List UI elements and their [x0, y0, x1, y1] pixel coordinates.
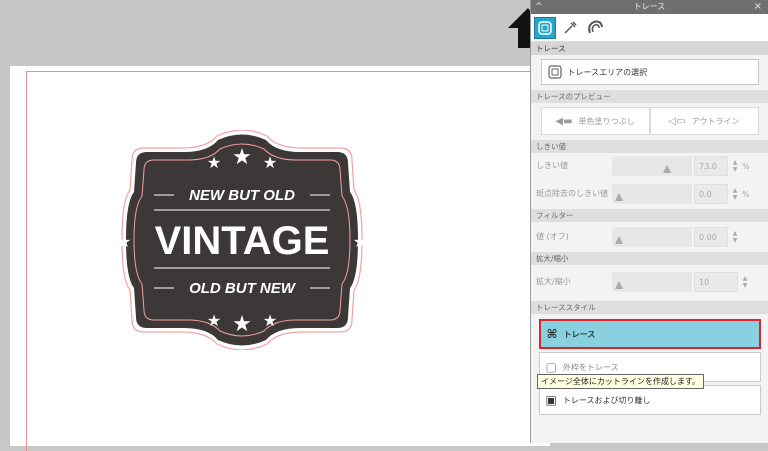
despeckle-label: 斑点除去のしきい値: [536, 189, 608, 198]
filter-value-input[interactable]: 0.00: [694, 227, 728, 247]
eyedropper-icon: [564, 20, 577, 34]
trace-tool-button[interactable]: [534, 16, 556, 39]
trace-icon: [538, 20, 552, 35]
outer-edge-label: 外枠をトレース: [562, 362, 619, 372]
magnet-icon: [588, 20, 603, 33]
magnet-tool-button[interactable]: [584, 17, 606, 39]
trace-and-detach-button[interactable]: ▣ トレースおよび切り離し: [538, 385, 761, 415]
filter-section-header: フィルター: [531, 209, 768, 222]
star-icon: ★: [353, 234, 367, 251]
star-icon: ★: [263, 155, 277, 172]
despeckle-row: 斑点除去のしきい値 0.0 ▲ ▼ %: [531, 179, 768, 209]
trace-detach-icon: ▣: [545, 393, 557, 407]
threshold-label: しきい値: [536, 161, 568, 170]
collapse-icon[interactable]: ^: [535, 0, 543, 14]
panel-title: トレース: [633, 2, 666, 11]
slider-thumb[interactable]: [615, 193, 623, 201]
design-canvas[interactable]: ★ ★ ★ NEW BUT OLD ★ VINTAGE ★ OLD BUT NE…: [0, 0, 550, 451]
preview-section-header: トレースのプレビュー: [531, 90, 768, 103]
star-icon: ★: [232, 144, 252, 169]
single-color-fill-button[interactable]: ◀▬ 単色塗りつぶし: [540, 107, 650, 135]
trace-style-icon: ⌘: [546, 327, 558, 341]
badge-vintage-text: VINTAGE: [155, 219, 330, 263]
trace-style-button[interactable]: ⌘ トレース: [538, 319, 761, 349]
outer-edge-icon: ▢: [545, 360, 557, 374]
despeckle-value-input[interactable]: 0.0: [694, 184, 728, 204]
single-color-fill-label: 単色塗りつぶし: [578, 116, 635, 126]
select-trace-area-button[interactable]: トレースエリアの選択: [540, 59, 759, 85]
trace-style-label: トレース: [563, 329, 596, 339]
star-icon: ★: [263, 313, 277, 330]
trace-style-options: ⌘ トレース ▢ 外枠をトレース ▣ トレースおよび切り離し: [531, 314, 768, 415]
preview-options: ◀▬ 単色塗りつぶし ◁▭ アウトライン: [540, 107, 759, 135]
filter-slider[interactable]: [612, 227, 692, 247]
spinner-arrows-icon[interactable]: ▲ ▼: [730, 159, 740, 173]
scale-section-header: 拡大/縮小: [531, 252, 768, 265]
trace-style-section-header: トレーススタイル: [531, 301, 768, 314]
threshold-slider[interactable]: [612, 156, 692, 176]
slider-thumb[interactable]: [615, 281, 623, 289]
scale-row: 拡大/縮小 10 ▲ ▼: [531, 265, 768, 299]
scale-slider[interactable]: [612, 272, 692, 292]
threshold-value-input[interactable]: 73.0: [694, 156, 728, 176]
select-trace-area-label: トレースエリアの選択: [567, 67, 648, 77]
outline-preview-button[interactable]: ◁▭ アウトライン: [649, 107, 759, 135]
star-icon: ★: [207, 313, 221, 330]
star-icon: ★: [117, 234, 131, 251]
star-icon: ★: [232, 311, 252, 336]
spinner-arrows-icon[interactable]: ▲ ▼: [740, 275, 750, 289]
panel-titlebar: ^ トレース ×: [531, 0, 768, 14]
tooltip: イメージ全体にカットラインを作成します。: [537, 374, 705, 389]
scale-label: 拡大/縮小: [536, 277, 571, 286]
despeckle-slider[interactable]: [612, 184, 692, 204]
threshold-row: しきい値 73.0 ▲ ▼ %: [531, 153, 768, 179]
slider-thumb[interactable]: [615, 236, 623, 244]
fish-fill-icon: ◀▬: [555, 115, 573, 127]
select-area-icon: [548, 65, 561, 79]
threshold-section-header: しきい値: [531, 140, 768, 153]
percent-unit: %: [742, 161, 750, 171]
vintage-badge-image[interactable]: ★ ★ ★ NEW BUT OLD ★ VINTAGE ★ OLD BUT NE…: [92, 130, 392, 350]
spinner-arrows-icon[interactable]: ▲ ▼: [730, 187, 740, 201]
panel-toolbar: [531, 14, 768, 42]
fish-outline-icon: ◁▭: [668, 115, 686, 127]
slider-thumb[interactable]: [663, 165, 672, 173]
close-icon[interactable]: ×: [754, 0, 762, 14]
trace-detach-label: トレースおよび切り離し: [562, 395, 651, 405]
star-icon: ★: [207, 155, 221, 172]
trace-section-header: トレース: [531, 42, 768, 55]
scale-value-input[interactable]: 10: [694, 272, 738, 292]
filter-value-label: 値 (オフ): [536, 232, 569, 241]
percent-unit: %: [742, 189, 750, 199]
badge-line3-text: OLD BUT NEW: [189, 280, 297, 297]
spinner-arrows-icon[interactable]: ▲ ▼: [730, 230, 740, 244]
outline-preview-label: アウトライン: [691, 116, 740, 126]
filter-row: 値 (オフ) 0.00 ▲ ▼: [531, 222, 768, 252]
badge-line1-text: NEW BUT OLD: [189, 187, 295, 204]
eyedropper-tool-button[interactable]: [559, 17, 581, 39]
